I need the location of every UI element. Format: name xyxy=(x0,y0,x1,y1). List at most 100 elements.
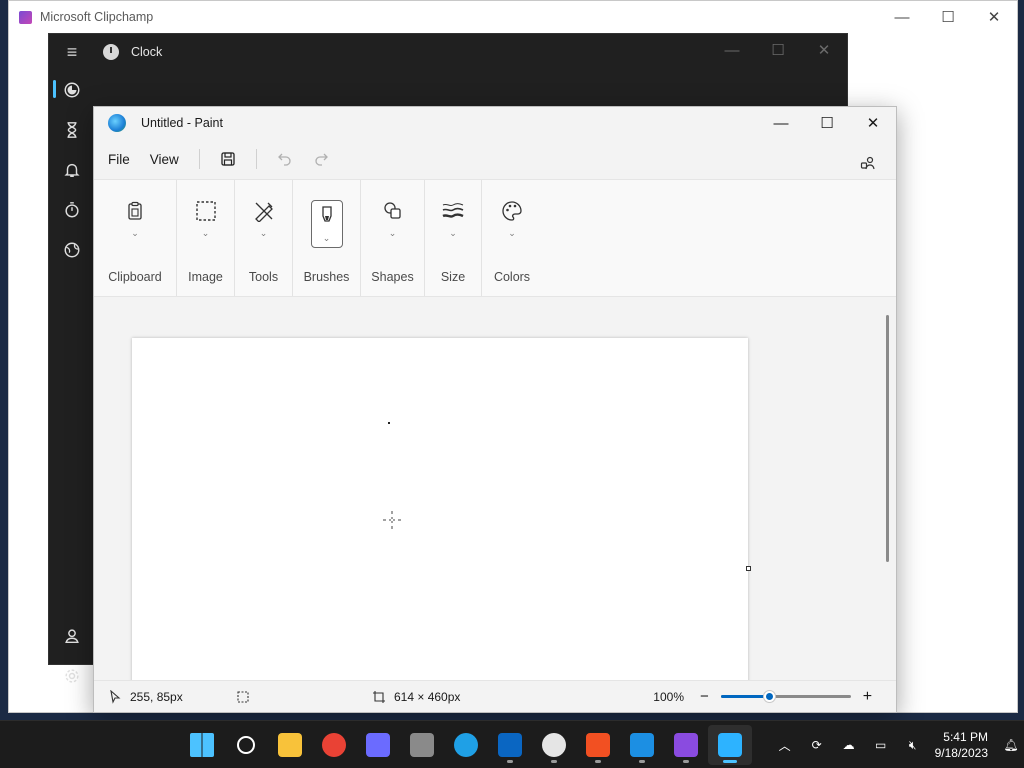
nav-world-clock[interactable] xyxy=(49,230,95,270)
nav-settings[interactable] xyxy=(49,656,95,696)
drawing-canvas[interactable] xyxy=(132,338,748,680)
pointer-icon xyxy=(110,689,121,704)
taskbar-chrome[interactable] xyxy=(312,725,356,765)
save-icon xyxy=(221,152,235,166)
ribbon-label: Shapes xyxy=(371,270,414,284)
taskbar-clock[interactable]: 5:41 PM 9/18/2023 xyxy=(929,729,998,761)
notification-bell-icon[interactable]: 🔔︎ xyxy=(998,738,1024,752)
taskbar-clipchamp[interactable] xyxy=(664,725,708,765)
edge-icon xyxy=(454,733,478,757)
selection-icon xyxy=(237,690,249,703)
minimize-button[interactable]: — xyxy=(879,1,925,33)
hamburger-menu-icon[interactable]: ≡ xyxy=(49,42,95,63)
clipboard-icon xyxy=(128,201,142,220)
menu-divider xyxy=(198,149,200,169)
taskbar-file-explorer[interactable] xyxy=(268,725,312,765)
taskbar-clock[interactable] xyxy=(532,725,576,765)
minimize-button[interactable]: — xyxy=(758,107,804,139)
ribbon-shapes[interactable]: ⌄ Shapes xyxy=(361,180,425,296)
zoom-in-button[interactable]: + xyxy=(863,688,872,706)
show-hidden-icons-chevron-icon[interactable]: ︿ xyxy=(769,737,801,754)
clock-titlebar[interactable]: ≡ Clock — ☐ ✕ xyxy=(49,34,847,70)
canvas-size: 614 × 460px xyxy=(372,690,642,704)
clock-nav xyxy=(49,70,95,683)
clipchamp-icon xyxy=(19,10,32,24)
taskbar-time: 5:41 PM xyxy=(943,730,988,744)
chevron-down-icon: ⌄ xyxy=(388,228,397,238)
menu-view[interactable]: View xyxy=(140,152,189,167)
onedrive-icon[interactable]: ☁ xyxy=(833,738,865,752)
taskbar-store[interactable] xyxy=(576,725,620,765)
account-settings-icon xyxy=(860,156,875,170)
ribbon-label: Clipboard xyxy=(108,270,162,284)
zoom-out-button[interactable]: − xyxy=(700,688,709,705)
taskbar-search[interactable] xyxy=(224,725,268,765)
redo-button[interactable] xyxy=(303,145,339,173)
vertical-scrollbar[interactable] xyxy=(886,315,889,562)
maximize-button[interactable]: ☐ xyxy=(755,34,801,66)
taskbar-mail[interactable] xyxy=(620,725,664,765)
taskbar-calculator[interactable] xyxy=(400,725,444,765)
maximize-button[interactable]: ☐ xyxy=(804,107,850,139)
search-icon xyxy=(237,736,255,754)
canvas-resize-handle[interactable] xyxy=(746,566,751,571)
store-icon xyxy=(586,733,610,757)
ribbon-label: Image xyxy=(188,270,223,284)
nav-timer[interactable] xyxy=(49,110,95,150)
ribbon-label: Brushes xyxy=(303,270,350,284)
account-settings-button[interactable] xyxy=(850,149,886,177)
ribbon-label: Colors xyxy=(493,270,531,284)
ribbon-size[interactable]: ⌄ Size xyxy=(425,180,482,296)
bell-icon xyxy=(64,163,80,178)
zoom-slider-thumb[interactable] xyxy=(762,690,776,703)
paint-titlebar[interactable]: Untitled - Paint — ☐ ✕ xyxy=(94,107,896,139)
canvas-size-text: 614 × 460px xyxy=(394,689,461,704)
minimize-button[interactable]: — xyxy=(709,34,755,66)
clipchamp-icon xyxy=(674,733,698,757)
undo-icon xyxy=(277,153,291,166)
close-button[interactable]: ✕ xyxy=(971,1,1017,33)
undo-button[interactable] xyxy=(267,145,303,173)
chevron-down-icon: ⌄ xyxy=(508,228,516,238)
chevron-down-icon: ⌄ xyxy=(449,228,457,238)
taskbar-linkedin[interactable] xyxy=(488,725,532,765)
canvas-dot xyxy=(388,422,390,424)
nav-account[interactable] xyxy=(49,616,95,656)
taskbar-copilot[interactable] xyxy=(356,725,400,765)
shapes-icon xyxy=(383,202,401,219)
selection-size xyxy=(236,690,372,704)
taskbar-start[interactable] xyxy=(180,725,224,765)
ribbon-image[interactable]: ⌄ Image xyxy=(177,180,235,296)
paint-window[interactable]: Untitled - Paint — ☐ ✕ File View ⌄ Clipb… xyxy=(93,106,897,713)
close-button[interactable]: ✕ xyxy=(850,107,896,139)
clipchamp-titlebar[interactable]: Microsoft Clipchamp xyxy=(9,1,1017,33)
nav-focus-sessions[interactable] xyxy=(49,70,95,110)
chrome-icon xyxy=(322,733,346,757)
cursor-position: 255, 85px xyxy=(108,689,236,704)
tools-icon xyxy=(254,202,273,222)
taskbar-paint[interactable] xyxy=(708,725,752,765)
close-button[interactable]: ✕ xyxy=(801,34,847,66)
sync-icon[interactable]: ⟳ xyxy=(801,738,833,752)
maximize-button[interactable]: ☐ xyxy=(925,1,971,33)
chevron-down-icon: ⌄ xyxy=(259,228,268,238)
volume-muted-icon[interactable]: 🔇︎ xyxy=(897,738,929,753)
zoom-slider[interactable] xyxy=(720,690,851,703)
taskbar-apps xyxy=(180,725,752,765)
taskbar-edge[interactable] xyxy=(444,725,488,765)
ribbon-tools[interactable]: ⌄ Tools xyxy=(235,180,293,296)
calculator-icon xyxy=(410,733,434,757)
nav-stopwatch[interactable] xyxy=(49,190,95,230)
gear-icon xyxy=(65,669,79,683)
network-icon[interactable]: ▭ xyxy=(865,738,897,752)
ribbon-brushes[interactable]: ⌄ Brushes xyxy=(293,180,361,296)
paint-icon xyxy=(718,733,742,757)
ribbon-clipboard[interactable]: ⌄ Clipboard xyxy=(94,180,177,296)
save-button[interactable] xyxy=(210,145,246,173)
menu-file[interactable]: File xyxy=(98,152,140,167)
canvas-area[interactable] xyxy=(94,298,896,680)
chevron-down-icon: ⌄ xyxy=(201,228,210,238)
globe-icon xyxy=(64,242,80,258)
ribbon-colors[interactable]: ⌄ Colors xyxy=(482,180,542,296)
nav-alarm[interactable] xyxy=(49,150,95,190)
